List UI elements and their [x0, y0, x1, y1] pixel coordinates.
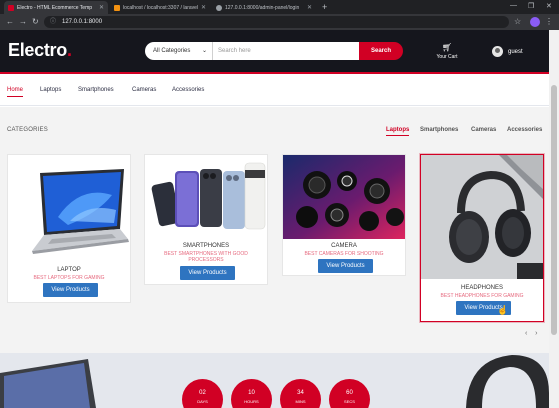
browser-tab-title: Electro - HTML Ecommerce Temp: [17, 4, 93, 11]
countdown-value: 10: [248, 390, 255, 396]
shopping-cart-icon: 🛒︎: [441, 43, 453, 52]
banner-artwork: [0, 355, 549, 408]
minimize-icon[interactable]: —: [510, 2, 517, 9]
info-icon[interactable]: ⓘ: [50, 16, 56, 28]
category-card-smartphones[interactable]: SMARTPHONES BEST SMARTPHONES WITH GOOD P…: [144, 154, 268, 285]
category-subtitle: BEST LAPTOPS FOR GAMING: [33, 275, 105, 281]
browser-tab-phpmyadmin[interactable]: localhost / localhost:3307 / laravel ✕: [110, 1, 210, 14]
browser-tab-bar: Electro - HTML Ecommerce Temp ✕ localhos…: [0, 0, 559, 14]
category-name: HEADPHONES: [460, 285, 503, 291]
browser-tab-admin[interactable]: 127.0.0.1:8000/admin-panel/login ✕: [212, 1, 316, 14]
cart-label: Your Cart: [436, 54, 458, 60]
address-text: 127.0.0.1:8000: [62, 19, 103, 25]
maximize-icon[interactable]: ❐: [528, 2, 534, 10]
view-products-button[interactable]: View Products: [180, 266, 235, 280]
logo-dot: .: [66, 40, 72, 60]
categories-section: CATEGORIES Laptops Smartphones Cameras A…: [0, 107, 549, 408]
hot-deal-banner: 02 DAYS 10 HOURS 34 MINS 60 SECS: [0, 353, 549, 408]
countdown-value: 60: [346, 390, 353, 396]
nav-link-laptops[interactable]: Laptops: [40, 87, 61, 93]
category-card-laptop[interactable]: LAPTOP BEST LAPTOPS FOR GAMING View Prod…: [7, 154, 131, 303]
search-input[interactable]: Search here: [213, 42, 359, 60]
countdown-label: DAYS: [197, 399, 208, 404]
category-tab-accessories[interactable]: Accessories: [507, 127, 542, 133]
browser-tab-title: localhost / localhost:3307 / laravel: [123, 4, 199, 11]
new-tab-icon[interactable]: +: [322, 2, 327, 12]
category-subtitle: BEST HEADPHONES FOR GAMING: [440, 293, 524, 299]
nav-link-smartphones[interactable]: Smartphones: [78, 87, 114, 93]
user-account-link[interactable]: guest: [492, 46, 523, 57]
electro-favicon-icon: [8, 4, 14, 11]
countdown-value: 02: [199, 390, 206, 396]
profile-avatar-icon[interactable]: [530, 17, 540, 27]
scrollbar-thumb[interactable]: [551, 85, 557, 335]
countdown-label: MINS: [295, 399, 306, 404]
forward-icon[interactable]: →: [19, 17, 27, 27]
view-products-button[interactable]: View Products: [318, 259, 373, 273]
category-card-camera[interactable]: CAMERA BEST CAMERAS FOR SHOOTING View Pr…: [282, 154, 406, 276]
chevron-right-icon[interactable]: ›: [535, 330, 537, 337]
nav-link-cameras[interactable]: Cameras: [132, 87, 156, 93]
laptop-image: [8, 155, 130, 263]
category-subtitle: BEST SMARTPHONES WITH GOOD PROCESSORS: [164, 251, 248, 263]
category-tab-laptops[interactable]: Laptops: [386, 127, 410, 136]
close-window-icon[interactable]: ✕: [546, 2, 552, 10]
category-subtitle: BEST CAMERAS FOR SHOOTING: [304, 251, 384, 257]
view-products-button[interactable]: View Products: [43, 283, 98, 297]
site-logo[interactable]: Electro.: [8, 40, 72, 61]
hand-cursor-icon: ☝: [497, 305, 509, 315]
browser-menu-icon[interactable]: ⋮: [545, 17, 553, 27]
browser-tab-title: 127.0.0.1:8000/admin-panel/login: [225, 4, 300, 11]
close-tab-icon[interactable]: ✕: [201, 4, 206, 11]
browser-tab-electro[interactable]: Electro - HTML Ecommerce Temp ✕: [4, 1, 108, 14]
section-title: CATEGORIES: [7, 127, 48, 133]
close-tab-icon[interactable]: ✕: [307, 4, 312, 11]
nav-link-accessories[interactable]: Accessories: [172, 87, 204, 93]
search-button[interactable]: Search: [359, 42, 403, 60]
category-card-headphones[interactable]: HEADPHONES BEST HEADPHONES FOR GAMING Vi…: [420, 154, 544, 322]
category-tab-smartphones[interactable]: Smartphones: [420, 127, 458, 133]
countdown-label: SECS: [344, 399, 355, 404]
user-avatar-icon: [492, 46, 503, 57]
category-select[interactable]: All Categories ⌄: [145, 42, 213, 60]
slider-arrows: ‹ ›: [525, 330, 537, 337]
address-bar[interactable]: ⓘ 127.0.0.1:8000: [44, 16, 509, 28]
category-select-value: All Categories: [153, 48, 191, 54]
logo-text: Electro: [8, 40, 67, 60]
close-tab-icon[interactable]: ✕: [99, 4, 104, 11]
smartphones-image: [145, 155, 267, 239]
category-name: CAMERA: [331, 243, 357, 249]
back-icon[interactable]: ←: [6, 17, 14, 27]
browser-toolbar: ← → ↻ ⓘ 127.0.0.1:8000 ☆ ⋮: [0, 14, 559, 30]
category-name: SMARTPHONES: [182, 243, 230, 249]
search-form: All Categories ⌄ Search here Search: [145, 42, 403, 60]
category-name: LAPTOP: [57, 267, 81, 273]
chevron-down-icon: ⌄: [201, 48, 207, 54]
nav-link-home[interactable]: Home: [7, 87, 24, 97]
globe-favicon-icon: [216, 4, 222, 11]
camera-image: [283, 155, 405, 239]
site-header: Electro. All Categories ⌄ Search here Se…: [0, 30, 559, 74]
headphones-image: [421, 155, 543, 279]
category-tab-cameras[interactable]: Cameras: [471, 127, 496, 133]
phpmyadmin-favicon-icon: [114, 4, 120, 11]
bookmark-star-icon[interactable]: ☆: [514, 17, 521, 27]
countdown-value: 34: [297, 390, 304, 396]
main-navigation: Home Laptops Smartphones Cameras Accesso…: [0, 76, 559, 106]
cart-link[interactable]: 🛒︎ Your Cart: [431, 43, 463, 60]
chevron-left-icon[interactable]: ‹: [525, 330, 527, 337]
user-name: guest: [508, 48, 523, 55]
reload-icon[interactable]: ↻: [32, 17, 39, 27]
countdown-label: HOURS: [244, 399, 259, 404]
